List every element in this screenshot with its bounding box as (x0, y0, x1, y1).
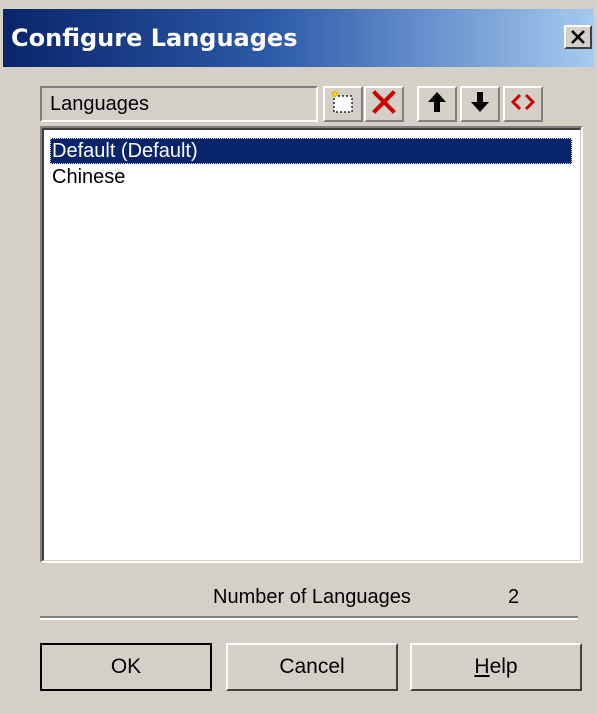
move-up-button[interactable] (417, 86, 457, 122)
language-count-value: 2 (508, 586, 520, 608)
languages-listbox-inner: Default (Default) Chinese (42, 128, 581, 561)
delete-language-button[interactable] (364, 86, 404, 122)
cancel-button[interactable]: Cancel (226, 643, 398, 691)
ok-button[interactable]: OK (40, 643, 212, 691)
language-count-label: Number of Languages (213, 586, 411, 608)
list-item-default[interactable]: Default (Default) (50, 138, 572, 164)
languages-list-header: Languages (40, 86, 583, 124)
edit-language-button[interactable] (503, 86, 543, 122)
close-icon (571, 26, 585, 48)
close-button[interactable] (564, 25, 592, 49)
separator-line (40, 616, 578, 620)
window-title: Configure Languages (11, 24, 298, 52)
help-label-rest: elp (489, 655, 518, 678)
help-mnemonic: H (474, 655, 490, 678)
move-down-button[interactable] (460, 86, 500, 122)
configure-languages-dialog: Configure Languages Languages Default (D… (0, 0, 597, 714)
arrow-down-icon (469, 90, 491, 119)
arrow-up-icon (426, 90, 448, 119)
help-button[interactable]: Help (410, 643, 582, 691)
title-bar[interactable]: Configure Languages (3, 9, 594, 67)
languages-header-label: Languages (50, 93, 149, 115)
new-item-icon (329, 89, 357, 120)
angle-brackets-icon (510, 92, 536, 117)
languages-listbox[interactable]: Default (Default) Chinese (40, 126, 583, 563)
languages-header-box: Languages (40, 86, 318, 122)
new-language-button[interactable] (323, 86, 363, 122)
list-item-chinese[interactable]: Chinese (50, 164, 572, 190)
delete-x-icon (371, 89, 397, 120)
